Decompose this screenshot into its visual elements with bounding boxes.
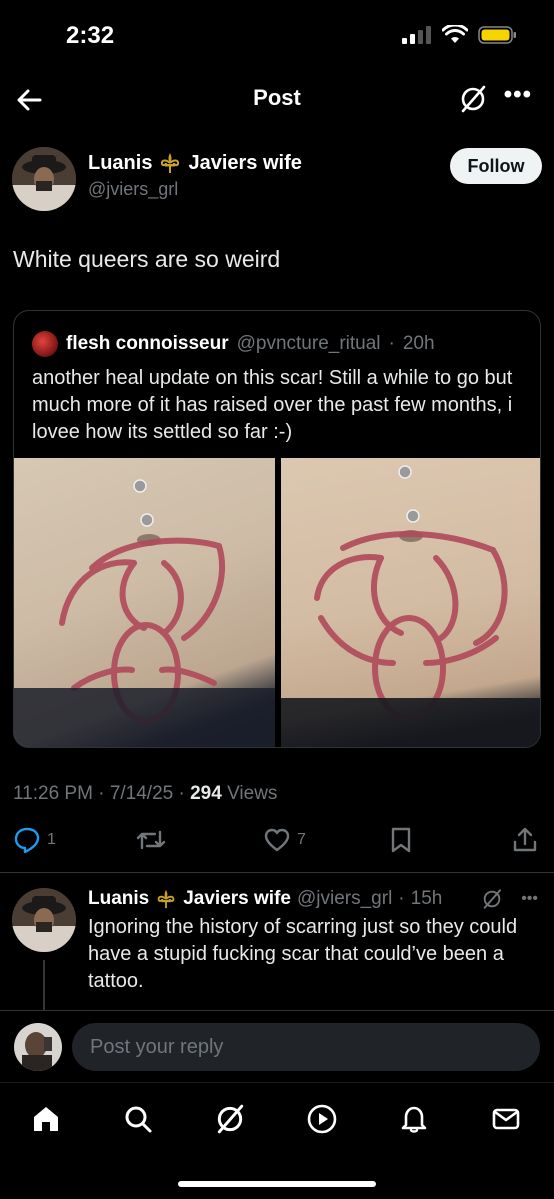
top-nav-bar: Post ••• [0,72,554,128]
home-icon [34,1107,58,1131]
follow-button[interactable]: Follow [450,148,542,184]
heart-icon [264,828,290,852]
search-icon [125,1106,152,1133]
reply-header-icons: ••• [481,888,538,910]
views-label: Views [227,783,278,804]
bookmark-action[interactable] [389,826,413,854]
thread-line [43,960,45,1010]
avatar-image [12,888,76,952]
bookmark-icon [391,827,411,853]
author-avatar[interactable] [12,147,76,211]
tab-video[interactable] [302,1099,342,1139]
tab-search[interactable] [118,1099,158,1139]
quoted-post[interactable]: flesh connoisseur @pvncture_ritual · 20h… [13,310,541,748]
reply-action[interactable]: 1 [13,826,56,854]
reply-input[interactable] [72,1023,540,1071]
reply-author-name[interactable]: Luanis [88,888,149,910]
grok-icon [217,1104,244,1134]
share-icon [513,827,537,852]
current-user-avatar[interactable] [14,1023,62,1071]
separator-dot: · [398,888,405,909]
author-name-suffix: Javiers wife [188,151,302,174]
status-time: 2:32 [66,22,115,49]
reply-composer [0,1010,554,1082]
author-first-name: Luanis [88,151,153,174]
post-date: 7/14/25 [109,783,174,804]
retweet-icon [136,830,166,850]
media-image-1[interactable] [14,458,275,747]
reply-text: Ignoring the history of scarring just so… [88,916,518,992]
more-options-button[interactable]: ••• [504,81,532,109]
mail-icon [492,1108,520,1130]
grok-icon [461,85,486,113]
reply-author-avatar[interactable] [12,888,76,952]
video-icon [307,1104,337,1134]
bell-icon [401,1106,427,1133]
views-count: 294 [190,783,222,804]
author-handle[interactable]: @jviers_grl [88,179,178,200]
quoted-post-age: 20h [402,333,435,354]
share-action[interactable] [511,826,539,854]
quoted-media [14,458,540,747]
like-count: 7 [297,831,306,848]
grok-icon[interactable] [481,888,503,910]
bottom-tab-bar [0,1082,554,1199]
post-actions: 1 7 [13,826,541,862]
reply-more-button[interactable]: ••• [521,890,538,908]
like-action[interactable]: 7 [263,826,306,854]
tab-messages[interactable] [486,1099,526,1139]
media-image-2[interactable] [281,458,540,747]
reply-icon [14,827,40,854]
scar-photo-2 [281,465,540,747]
post-time: 11:26 PM [13,783,93,804]
post-header: Luanis Javiers wife @jviers_grl Follow [12,145,542,215]
tab-notifications[interactable] [394,1099,434,1139]
reply-author-name-suffix[interactable]: Javiers wife [183,888,291,910]
reply-count: 1 [47,831,56,848]
avatar-image [12,147,76,211]
status-icons [402,25,518,45]
fleur-de-lis-icon [157,889,175,909]
reply-post[interactable]: Luanis Javiers wife @jviers_grl · 15h ••… [12,880,542,1010]
reply-author-handle[interactable]: @jviers_grl [297,888,392,910]
scar-photo-1 [14,479,275,747]
quoted-post-text: another heal update on this scar! Still … [32,367,513,443]
retweet-action[interactable] [135,826,167,854]
tab-home[interactable] [26,1099,66,1139]
quoted-author-name: flesh connoisseur [66,333,229,354]
author-name[interactable]: Luanis Javiers wife [88,151,302,175]
divider [0,872,554,873]
fleur-de-lis-icon [161,153,180,173]
separator-dot: · [388,333,395,354]
battery-icon [478,26,516,44]
quoted-post-header: flesh connoisseur @pvncture_ritual · 20h [32,331,435,357]
reply-age: 15h [410,888,443,909]
quoted-author-avatar [32,331,58,357]
quoted-author-handle: @pvncture_ritual [236,333,381,354]
home-indicator [178,1181,376,1187]
post-text: White queers are so weird [13,246,281,272]
reply-header: Luanis Javiers wife @jviers_grl · 15h [88,888,442,910]
avatar-image [14,1023,62,1071]
grok-button[interactable] [458,84,488,119]
post-meta: 11:26 PM · 7/14/25 · 294 Views [13,783,278,804]
status-bar: 2:32 [0,0,554,72]
tab-grok[interactable] [210,1099,250,1139]
signal-icon [402,26,431,44]
wifi-icon [442,25,468,43]
